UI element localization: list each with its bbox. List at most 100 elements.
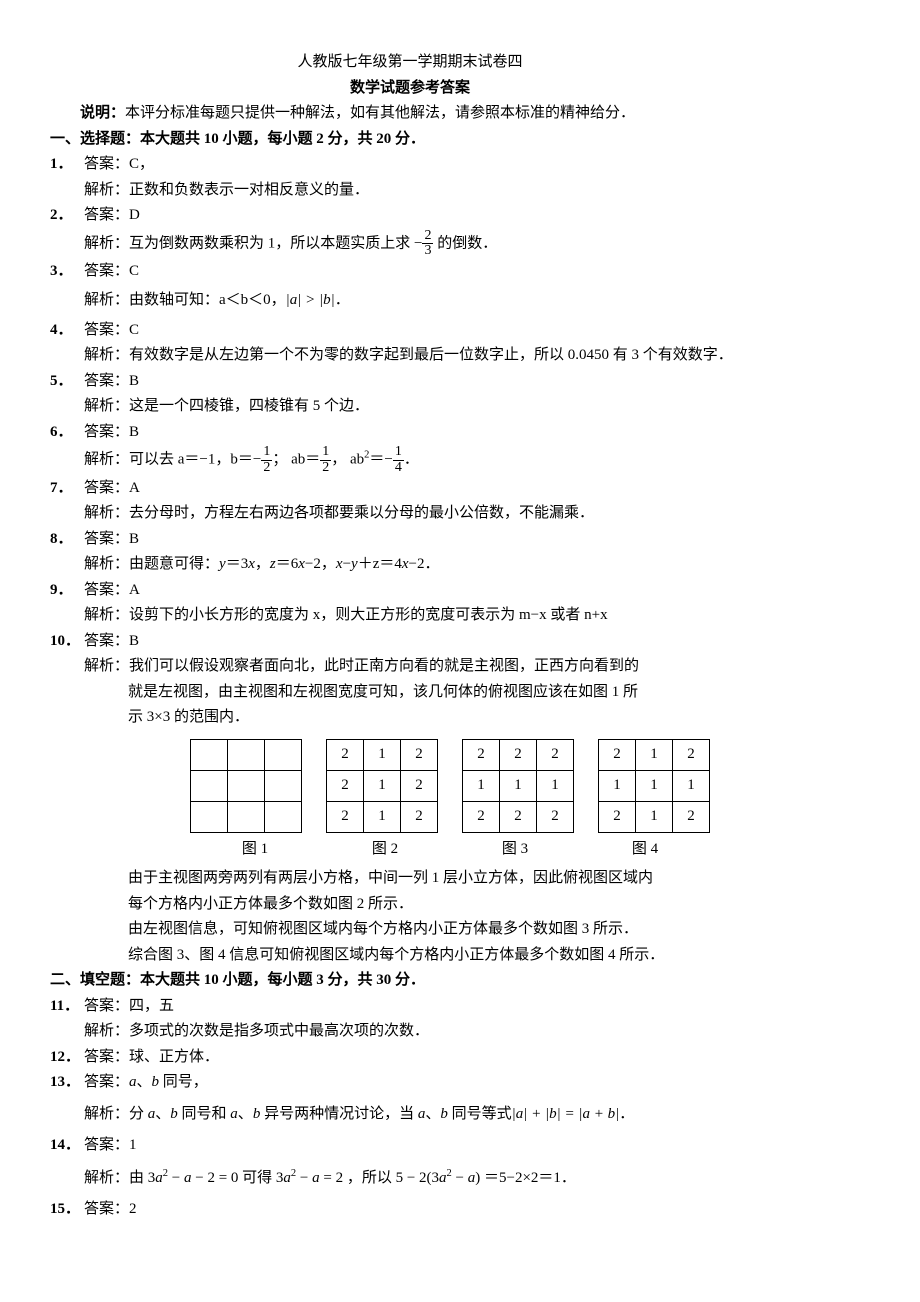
q6-ans: 答案：B (84, 420, 770, 446)
cell (228, 770, 265, 801)
note-text: 本评分标准每题只提供一种解法，如有其他解法，请参照本标准的精神给分． (125, 105, 635, 121)
cell: 1 (599, 770, 636, 801)
frac-top: 1 (393, 445, 404, 461)
grid-1 (190, 739, 302, 833)
grid-4: 212111212 (598, 739, 710, 833)
grid-2: 212212212 (326, 739, 438, 833)
grid-row: 212212212 222111222 212111212 (50, 739, 770, 833)
cell (191, 770, 228, 801)
q4-num: 4． (50, 318, 84, 344)
cell (265, 770, 302, 801)
cell: 1 (636, 739, 673, 770)
q5-expl: 解析：这是一个四棱锥，四棱锥有 5 个边． (50, 394, 770, 420)
cell: 1 (636, 801, 673, 832)
cell (228, 801, 265, 832)
q4: 4．答案：C (50, 318, 770, 344)
q6-p3: ， ab (331, 452, 364, 468)
cell (265, 801, 302, 832)
q3-num: 3． (50, 259, 84, 285)
q7-num: 7． (50, 476, 84, 502)
q13-suf: ． (619, 1106, 634, 1122)
section-2-heading: 二、填空题：本大题共 10 小题，每小题 3 分，共 30 分． (50, 968, 770, 994)
q10: 10．答案：B (50, 629, 770, 655)
q7-expl: 解析：去分母时，方程左右两边各项都要乘以分母的最小公倍数，不能漏乘． (50, 501, 770, 527)
cell: 1 (673, 770, 710, 801)
q11-expl: 解析：多项式的次数是指多项式中最高次项的次数． (50, 1019, 770, 1045)
q10-p1: 由于主视图两旁两列有两层小方格，中间一列 1 层小立方体，因此俯视图区域内 (50, 866, 770, 892)
q4-expl: 解析：有效数字是从左边第一个不为零的数字起到最后一位数字止，所以 0.0450 … (50, 343, 770, 369)
q14-expl: 解析：由 3a2 − a − 2 = 0 可得 3a2 − a = 2 ，所以 … (50, 1165, 770, 1192)
q10-p2: 每个方格内小正方体最多个数如图 2 所示． (50, 892, 770, 918)
frac-top: 1 (261, 445, 272, 461)
q14-num: 14． (50, 1133, 84, 1159)
q1: 1．答案：C， (50, 152, 770, 178)
q5-num: 5． (50, 369, 84, 395)
q1-expl: 解析：正数和负数表示一对相反意义的量． (50, 178, 770, 204)
q6-f2: 12 (320, 445, 331, 475)
q2-expl-pre: 解析：互为倒数两数乘积为 1，所以本题实质上求 − (84, 235, 422, 251)
q3-expl: 解析：由数轴可知：a＜b＜0，|a| > |b|． (50, 288, 770, 314)
cap-4: 图 4 (592, 837, 698, 863)
q13-ans-text: 答案：a、b 同号， (84, 1074, 208, 1090)
cell (191, 739, 228, 770)
q4-ans: 答案：C (84, 318, 770, 344)
q1-ans: 答案：C， (84, 152, 770, 178)
q1-num: 1． (50, 152, 84, 178)
cell (191, 801, 228, 832)
q15-num: 15． (50, 1197, 84, 1223)
doc-title-1: 人教版七年级第一学期期末试卷四 (50, 50, 770, 76)
grid-captions: 图 1 图 2 图 3 图 4 (50, 837, 770, 863)
q3: 3．答案：C (50, 259, 770, 285)
cell: 2 (463, 801, 500, 832)
q14: 14．答案：1 (50, 1133, 770, 1159)
q3-expl-mid: |a| > |b| (286, 292, 335, 308)
cap-2: 图 2 (332, 837, 438, 863)
cell: 2 (401, 770, 438, 801)
q13-ans: 答案：a、b 同号， (84, 1070, 770, 1096)
q6-p1: 解析：可以去 a＝−1，b＝− (84, 452, 261, 468)
cell: 2 (537, 801, 574, 832)
cell: 1 (500, 770, 537, 801)
q12: 12．答案：球、正方体． (50, 1045, 770, 1071)
q10-p3: 由左视图信息，可知俯视图区域内每个方格内小正方体最多个数如图 3 所示． (50, 917, 770, 943)
q6-f1: 12 (261, 445, 272, 475)
cell (265, 739, 302, 770)
cell: 2 (599, 801, 636, 832)
q11-num: 11． (50, 994, 84, 1020)
q8-num: 8． (50, 527, 84, 553)
q6-p4: ＝− (369, 452, 392, 468)
frac-bot: 2 (261, 461, 272, 476)
cell: 1 (537, 770, 574, 801)
cell: 2 (537, 739, 574, 770)
note-label: 说明： (80, 105, 125, 121)
cell: 1 (463, 770, 500, 801)
frac-top: 2 (422, 229, 433, 245)
q2: 2．答案：D (50, 203, 770, 229)
q13-num: 13． (50, 1070, 84, 1096)
q14-ans: 答案：1 (84, 1133, 770, 1159)
q2-expl-suf: 的倒数． (433, 235, 497, 251)
doc-note: 说明：本评分标准每题只提供一种解法，如有其他解法，请参照本标准的精神给分． (50, 101, 770, 127)
q10-num: 10． (50, 629, 84, 655)
frac-bot: 3 (422, 244, 433, 259)
cell: 2 (599, 739, 636, 770)
q2-frac: 23 (422, 229, 433, 259)
cell: 2 (327, 801, 364, 832)
cell: 1 (364, 770, 401, 801)
cap-1: 图 1 (202, 837, 308, 863)
q6-p5: ． (404, 452, 419, 468)
q10-ans: 答案：B (84, 629, 770, 655)
cell: 2 (500, 801, 537, 832)
q9-ans: 答案：A (84, 578, 770, 604)
q15-ans: 答案：2 (84, 1197, 770, 1223)
cell (228, 739, 265, 770)
cell: 2 (673, 739, 710, 770)
section-1-heading: 一、选择题：本大题共 10 小题，每小题 2 分，共 20 分． (50, 127, 770, 153)
q5: 5．答案：B (50, 369, 770, 395)
frac-top: 1 (320, 445, 331, 461)
cell: 2 (673, 801, 710, 832)
cell: 2 (327, 770, 364, 801)
q6-p2: ； ab＝ (272, 452, 320, 468)
q13-expl-text: 解析：分 a、b 同号和 a、b 异号两种情况讨论，当 a、b 同号等式 (84, 1106, 512, 1122)
frac-bot: 4 (393, 461, 404, 476)
